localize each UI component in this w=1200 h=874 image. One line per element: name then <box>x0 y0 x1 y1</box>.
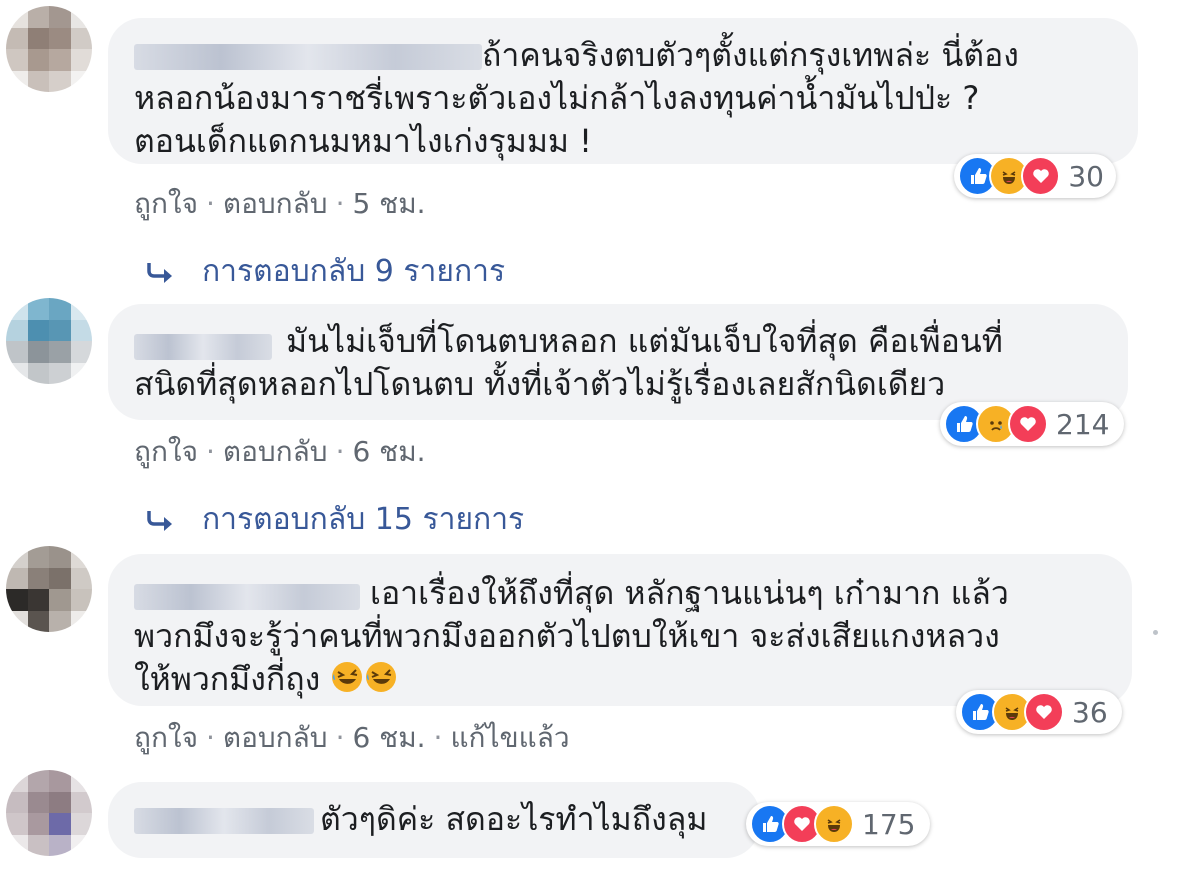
like-link[interactable]: ถูกใจ <box>134 721 198 754</box>
reply-link[interactable]: ตอบกลับ <box>223 435 328 468</box>
author-name-blurred[interactable] <box>134 44 482 70</box>
reaction-count: 175 <box>862 807 916 841</box>
love-reaction-icon <box>1020 156 1061 196</box>
haha-reaction-icon <box>814 804 854 844</box>
love-reaction-icon <box>1008 404 1048 444</box>
reply-arrow-icon <box>146 508 176 532</box>
view-replies-label: การตอบกลับ 9 รายการ <box>202 254 506 289</box>
view-replies-link[interactable]: การตอบกลับ 9 รายการ <box>146 248 505 295</box>
author-name-blurred[interactable] <box>134 808 314 834</box>
comment-text-line: ถ้าคนจริงตบตัวๆตั้งแต่กรุงเทพล่ะ นี่ต้อง <box>482 36 1019 74</box>
comment-text-line: สนิดที่สุดหลอกไปโดนตบ ทั้งที่เจ้าตัวไม่ร… <box>134 365 946 403</box>
love-reaction-icon <box>1024 692 1064 732</box>
reaction-summary[interactable]: 30 <box>954 154 1116 198</box>
view-replies-link[interactable]: การตอบกลับ 15 รายการ <box>146 496 524 543</box>
comment-bubble: เอาเรื่องให้ถึงที่สุด หลักฐานแน่นๆ เก๋าม… <box>108 554 1132 706</box>
comment-thread: ถ้าคนจริงตบตัวๆตั้งแต่กรุงเทพล่ะ นี่ต้อง… <box>0 0 1200 874</box>
reply-link[interactable]: ตอบกลับ <box>223 187 328 220</box>
avatar[interactable] <box>6 546 92 632</box>
comment-text-line: พวกมึงจะรู้ว่าคนที่พวกมึงออกตัวไปตบให้เข… <box>134 617 1000 655</box>
comment-text-segment: ให้พวกมึงกี่ถุง <box>134 660 321 698</box>
view-replies-label: การตอบกลับ 15 รายการ <box>202 502 525 537</box>
reaction-count: 36 <box>1072 695 1108 729</box>
comment-text-line: ตอนเด็กแดกนมหมาไงเก่งรุมมม ! <box>134 122 592 160</box>
comment-actions: ถูกใจ · ตอบกลับ · 6 ชม. <box>134 435 426 468</box>
reply-link[interactable]: ตอบกลับ <box>223 721 328 754</box>
avatar[interactable] <box>6 298 92 384</box>
reaction-count: 30 <box>1068 159 1104 193</box>
rolling-laughing-emoji-icon <box>364 660 398 705</box>
scroll-indicator-dot <box>1153 630 1158 635</box>
reply-arrow-icon <box>146 260 176 284</box>
avatar[interactable] <box>6 6 92 92</box>
comment-actions: ถูกใจ · ตอบกลับ · 6 ชม. · แก้ไขแล้ว <box>134 721 570 754</box>
reaction-count: 214 <box>1056 407 1110 441</box>
comment-bubble: ถ้าคนจริงตบตัวๆตั้งแต่กรุงเทพล่ะ นี่ต้อง… <box>108 18 1138 164</box>
comment-text-line: มันไม่เจ็บที่โดนตบหลอก แต่มันเจ็บใจที่สุ… <box>286 322 1003 360</box>
reaction-summary[interactable]: 175 <box>746 802 930 846</box>
comment-bubble: ตัวๆดิค่ะ สดอะไรทำไมถึงลุม <box>108 782 760 858</box>
comment-timestamp[interactable]: 5 ชม. <box>352 187 425 220</box>
reaction-summary[interactable]: 214 <box>940 402 1124 446</box>
comment-text-line: ตัวๆดิค่ะ สดอะไรทำไมถึงลุม <box>320 800 708 838</box>
comment-timestamp[interactable]: 6 ชม. <box>352 435 425 468</box>
reaction-summary[interactable]: 36 <box>956 690 1122 734</box>
comment-text-line: ให้พวกมึงกี่ถุง <box>134 658 398 705</box>
like-link[interactable]: ถูกใจ <box>134 187 198 220</box>
rolling-laughing-emoji-icon <box>330 660 364 705</box>
edited-label[interactable]: แก้ไขแล้ว <box>450 721 569 754</box>
comment-timestamp[interactable]: 6 ชม. <box>352 721 425 754</box>
avatar[interactable] <box>6 770 92 856</box>
like-link[interactable]: ถูกใจ <box>134 435 198 468</box>
comment-text-line: หลอกน้องมาราชรี่เพราะตัวเองไม่กล้าไงลงทุ… <box>134 79 980 117</box>
comment-actions: ถูกใจ · ตอบกลับ · 5 ชม. <box>134 187 426 220</box>
author-name-blurred[interactable] <box>134 334 272 360</box>
author-name-blurred[interactable] <box>134 584 360 610</box>
comment-text-line: เอาเรื่องให้ถึงที่สุด หลักฐานแน่นๆ เก๋าม… <box>370 574 1009 612</box>
